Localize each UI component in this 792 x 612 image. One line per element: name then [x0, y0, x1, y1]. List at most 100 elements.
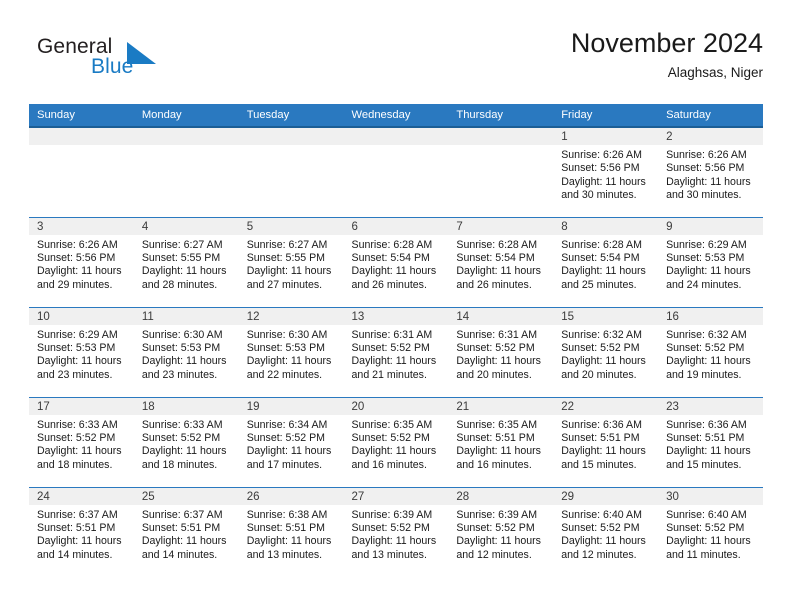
calendar-day-cell[interactable]: 1 Sunrise: 6:26 AM Sunset: 5:56 PM Daylight… — [553, 127, 659, 217]
sunrise-text: Sunrise: 6:36 AM — [666, 418, 747, 431]
calendar-cell-empty — [133, 127, 239, 217]
daylight-text: Daylight: 11 hours and 15 minutes. — [561, 445, 646, 471]
day-number: 19 — [238, 397, 344, 415]
daylight-text: Daylight: 11 hours and 14 minutes. — [37, 535, 122, 561]
calendar-day-cell[interactable]: 17 Sunrise: 6:33 AM Sunset: 5:52 PM Dayligh… — [29, 396, 134, 487]
day-number — [343, 128, 449, 145]
sunrise-text: Sunrise: 6:26 AM — [666, 149, 747, 161]
sunset-text: Sunset: 5:55 PM — [246, 251, 326, 264]
day-number: 7 — [448, 217, 554, 235]
sunset-text: Sunset: 5:56 PM — [561, 162, 640, 175]
calendar-day-cell[interactable]: 9 Sunrise: 6:29 AM Sunset: 5:53 PM Daylight… — [658, 216, 763, 307]
calendar-day-cell[interactable]: 20 Sunrise: 6:35 AM Sunset: 5:52 PM Dayligh… — [343, 396, 449, 487]
calendar-day-cell[interactable]: 22 Sunrise: 6:36 AM Sunset: 5:51 PM Dayligh… — [553, 396, 659, 487]
sunset-text: Sunset: 5:53 PM — [666, 251, 745, 264]
calendar-day-cell[interactable]: 5 Sunrise: 6:27 AM Sunset: 5:55 PM Daylight… — [238, 216, 344, 307]
page-header: General Blue November 2024 Alaghsas, Nig… — [29, 27, 763, 99]
calendar-body: 1 Sunrise: 6:26 AM Sunset: 5:56 PM Daylight… — [29, 127, 763, 577]
day-number: 23 — [658, 397, 763, 415]
day-details: Sunrise: 6:37 AM Sunset: 5:51 PM Daylight:… — [29, 505, 134, 563]
calendar-day-cell[interactable]: 13 Sunrise: 6:31 AM Sunset: 5:52 PM Dayligh… — [343, 306, 449, 397]
daylight-text: Daylight: 11 hours and 30 minutes. — [666, 175, 751, 202]
day-details: Sunrise: 6:31 AM Sunset: 5:52 PM Daylight:… — [344, 325, 449, 383]
calendar-day-cell[interactable]: 30 Sunrise: 6:40 AM Sunset: 5:52 PM Dayligh… — [658, 486, 763, 577]
calendar-day-cell[interactable]: 28 Sunrise: 6:39 AM Sunset: 5:52 PM Dayligh… — [448, 486, 554, 577]
daylight-text: Daylight: 11 hours and 25 minutes. — [561, 265, 646, 291]
weekday-header-tuesday: Tuesday — [238, 104, 344, 128]
sunrise-text: Sunrise: 6:30 AM — [141, 328, 223, 341]
day-number: 26 — [238, 487, 344, 505]
daylight-text: Daylight: 11 hours and 20 minutes. — [456, 355, 541, 381]
day-number: 25 — [133, 487, 239, 505]
sunset-text: Sunset: 5:52 PM — [351, 341, 430, 354]
calendar-cell-empty — [29, 127, 134, 217]
daylight-text: Daylight: 11 hours and 14 minutes. — [141, 535, 227, 561]
day-details: Sunrise: 6:27 AM Sunset: 5:55 PM Daylight:… — [134, 235, 239, 293]
calendar-day-cell[interactable]: 8 Sunrise: 6:28 AM Sunset: 5:54 PM Daylight… — [553, 216, 659, 307]
sunrise-text: Sunrise: 6:36 AM — [561, 418, 642, 431]
calendar-table: Sunday Monday Tuesday Wednesday Thursday… — [29, 104, 763, 577]
calendar-day-cell[interactable]: 11 Sunrise: 6:30 AM Sunset: 5:53 PM Dayligh… — [133, 306, 239, 397]
calendar-day-cell[interactable]: 15 Sunrise: 6:32 AM Sunset: 5:52 PM Dayligh… — [553, 306, 659, 397]
daylight-text: Daylight: 11 hours and 21 minutes. — [351, 355, 437, 381]
calendar-day-cell[interactable]: 25 Sunrise: 6:37 AM Sunset: 5:51 PM Dayligh… — [133, 486, 239, 577]
day-details: Sunrise: 6:29 AM Sunset: 5:53 PM Daylight:… — [658, 235, 763, 293]
sunset-text: Sunset: 5:52 PM — [351, 431, 430, 444]
daylight-text: Daylight: 11 hours and 12 minutes. — [456, 535, 541, 561]
sunrise-text: Sunrise: 6:39 AM — [456, 508, 538, 521]
sunset-text: Sunset: 5:52 PM — [351, 521, 430, 534]
calendar-cell-empty — [343, 127, 449, 217]
weekday-header-wednesday: Wednesday — [343, 104, 449, 128]
calendar-day-cell[interactable]: 6 Sunrise: 6:28 AM Sunset: 5:54 PM Daylight… — [343, 216, 449, 307]
calendar-day-cell[interactable]: 14 Sunrise: 6:31 AM Sunset: 5:52 PM Dayligh… — [448, 306, 554, 397]
day-number: 5 — [238, 217, 344, 235]
sunset-text: Sunset: 5:52 PM — [456, 341, 535, 354]
day-number: 22 — [553, 397, 659, 415]
sunrise-text: Sunrise: 6:27 AM — [141, 238, 223, 251]
calendar-day-cell[interactable]: 26 Sunrise: 6:38 AM Sunset: 5:51 PM Dayligh… — [238, 486, 344, 577]
calendar-day-cell[interactable]: 21 Sunrise: 6:35 AM Sunset: 5:51 PM Dayligh… — [448, 396, 554, 487]
calendar-day-cell[interactable]: 4 Sunrise: 6:27 AM Sunset: 5:55 PM Daylight… — [133, 216, 239, 307]
day-number: 11 — [133, 307, 239, 325]
sunset-text: Sunset: 5:54 PM — [456, 251, 535, 264]
sunrise-text: Sunrise: 6:37 AM — [141, 508, 223, 521]
sunset-text: Sunset: 5:56 PM — [666, 162, 745, 175]
calendar-day-cell[interactable]: 29 Sunrise: 6:40 AM Sunset: 5:52 PM Dayligh… — [553, 486, 659, 577]
sunrise-text: Sunrise: 6:38 AM — [246, 508, 328, 521]
calendar-week-row: 10 Sunrise: 6:29 AM Sunset: 5:53 PM Dayligh… — [29, 306, 763, 397]
day-number: 18 — [133, 397, 239, 415]
sunrise-text: Sunrise: 6:28 AM — [561, 238, 642, 251]
day-number — [133, 128, 239, 145]
calendar-day-cell[interactable]: 3 Sunrise: 6:26 AM Sunset: 5:56 PM Daylight… — [29, 216, 134, 307]
sunset-text: Sunset: 5:51 PM — [456, 431, 535, 444]
sunrise-text: Sunrise: 6:28 AM — [456, 238, 538, 251]
sunrise-text: Sunrise: 6:30 AM — [246, 328, 328, 341]
sunrise-text: Sunrise: 6:32 AM — [666, 328, 747, 341]
calendar-day-cell[interactable]: 18 Sunrise: 6:33 AM Sunset: 5:52 PM Dayligh… — [133, 396, 239, 487]
day-details: Sunrise: 6:32 AM Sunset: 5:52 PM Daylight:… — [553, 325, 658, 383]
day-details: Sunrise: 6:30 AM Sunset: 5:53 PM Daylight:… — [239, 325, 344, 383]
day-details: Sunrise: 6:31 AM Sunset: 5:52 PM Daylight:… — [448, 325, 553, 383]
calendar-day-cell[interactable]: 12 Sunrise: 6:30 AM Sunset: 5:53 PM Dayligh… — [238, 306, 344, 397]
sunset-text: Sunset: 5:55 PM — [141, 251, 221, 264]
calendar-page: General Blue November 2024 Alaghsas, Nig… — [0, 0, 792, 612]
sunset-text: Sunset: 5:53 PM — [246, 341, 326, 354]
sunset-text: Sunset: 5:52 PM — [561, 521, 640, 534]
calendar-day-cell[interactable]: 16 Sunrise: 6:32 AM Sunset: 5:52 PM Dayligh… — [658, 306, 763, 397]
calendar-day-cell[interactable]: 10 Sunrise: 6:29 AM Sunset: 5:53 PM Dayligh… — [29, 306, 134, 397]
calendar-cell-empty — [448, 127, 554, 217]
calendar-day-cell[interactable]: 23 Sunrise: 6:36 AM Sunset: 5:51 PM Dayligh… — [658, 396, 763, 487]
day-number: 27 — [343, 487, 449, 505]
day-number: 16 — [658, 307, 763, 325]
daylight-text: Daylight: 11 hours and 29 minutes. — [37, 265, 122, 291]
day-details: Sunrise: 6:30 AM Sunset: 5:53 PM Daylight:… — [134, 325, 239, 383]
brand-logo[interactable]: General Blue — [29, 27, 189, 89]
calendar-day-cell[interactable]: 19 Sunrise: 6:34 AM Sunset: 5:52 PM Dayligh… — [238, 396, 344, 487]
calendar-day-cell[interactable]: 24 Sunrise: 6:37 AM Sunset: 5:51 PM Dayligh… — [29, 486, 134, 577]
day-number: 17 — [29, 397, 134, 415]
day-number: 12 — [238, 307, 344, 325]
sunset-text: Sunset: 5:56 PM — [37, 251, 116, 264]
calendar-day-cell[interactable]: 7 Sunrise: 6:28 AM Sunset: 5:54 PM Daylight… — [448, 216, 554, 307]
calendar-day-cell[interactable]: 2 Sunrise: 6:26 AM Sunset: 5:56 PM Daylight… — [658, 127, 763, 217]
calendar-day-cell[interactable]: 27 Sunrise: 6:39 AM Sunset: 5:52 PM Dayligh… — [343, 486, 449, 577]
